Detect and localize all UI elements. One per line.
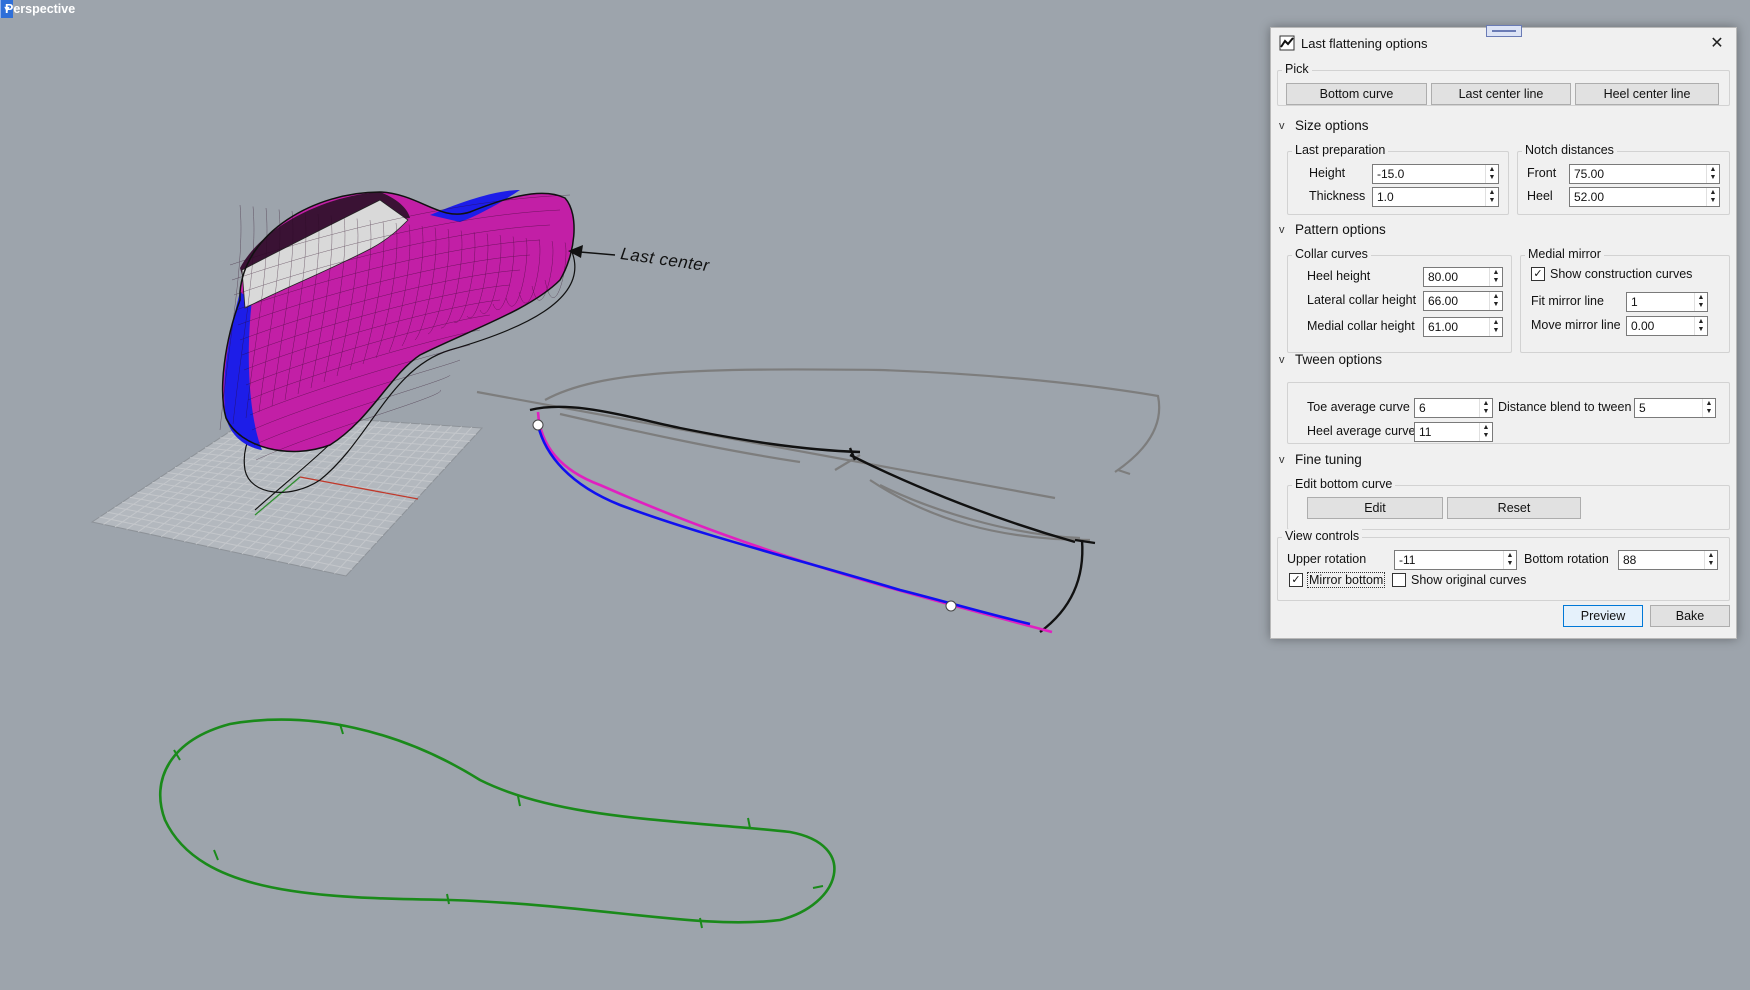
bake-button[interactable]: Bake	[1650, 605, 1730, 627]
blue-curve	[536, 424, 1031, 626]
upper-rotation-input[interactable]: -11 ▲ ▼	[1394, 550, 1517, 570]
dialog-titlebar[interactable]: Last flattening options ✕	[1271, 28, 1736, 58]
mirror-bottom-checkbox[interactable]: ✓ Mirror bottom	[1289, 572, 1386, 588]
last-flattening-dialog: Last flattening options ✕ Pick Bottom cu…	[1270, 25, 1737, 639]
spin-arrows-icon[interactable]: ▲ ▼	[1479, 399, 1492, 417]
height-input[interactable]: -15.0 ▲ ▼	[1372, 164, 1499, 184]
lateral-collar-height-label: Lateral collar height	[1307, 293, 1417, 307]
spin-arrows-icon[interactable]: ▲ ▼	[1702, 399, 1715, 417]
heel-height-label: Heel height	[1307, 269, 1371, 283]
spin-arrows-icon[interactable]: ▲ ▼	[1489, 292, 1502, 310]
spin-arrows-icon[interactable]: ▲ ▼	[1694, 317, 1707, 335]
viewport-tab[interactable]: Perspective ▼	[0, 0, 75, 18]
pick-label: Pick	[1282, 62, 1312, 76]
chevron-down-icon: v	[1279, 453, 1285, 466]
spin-arrows-icon[interactable]: ▲ ▼	[1485, 165, 1498, 183]
tween-options-header[interactable]: v Tween options	[1279, 352, 1382, 367]
checkmark-icon: ✓	[1289, 573, 1303, 587]
spin-arrows-icon[interactable]: ▲ ▼	[1503, 551, 1516, 569]
preview-button[interactable]: Preview	[1563, 605, 1643, 627]
show-original-curves-checkbox[interactable]: Show original curves	[1392, 573, 1526, 587]
chevron-down-icon: v	[1279, 353, 1285, 366]
medial-collar-height-label: Medial collar height	[1307, 319, 1415, 333]
spin-arrows-icon[interactable]: ▲ ▼	[1485, 188, 1498, 206]
last-center-line-button[interactable]: Last center line	[1431, 83, 1571, 105]
chevron-down-icon: v	[1279, 223, 1285, 236]
size-options-header[interactable]: v Size options	[1279, 118, 1369, 133]
move-mirror-line-label: Move mirror line	[1531, 318, 1621, 332]
height-label: Height	[1309, 166, 1346, 180]
spin-arrows-icon[interactable]: ▲ ▼	[1704, 551, 1717, 569]
toe-average-curve-input[interactable]: 6 ▲ ▼	[1414, 398, 1493, 418]
spin-arrows-icon[interactable]: ▲ ▼	[1706, 188, 1719, 206]
spin-arrows-icon[interactable]: ▲ ▼	[1479, 423, 1492, 441]
upper-rotation-label: Upper rotation	[1287, 552, 1367, 566]
lateral-collar-height-input[interactable]: 66.00 ▲ ▼	[1423, 291, 1503, 311]
bottom-curve-button[interactable]: Bottom curve	[1286, 83, 1427, 105]
checkbox-empty-icon	[1392, 573, 1406, 587]
green-outline	[158, 718, 836, 924]
rhino-app-icon	[1279, 35, 1295, 51]
flattened-outline	[529, 405, 1096, 633]
medial-collar-height-input[interactable]: 61.00 ▲ ▼	[1423, 317, 1503, 337]
thickness-input[interactable]: 1.0 ▲ ▼	[1372, 187, 1499, 207]
construction-curves	[476, 368, 1161, 542]
heel-average-curve-input[interactable]: 11 ▲ ▼	[1414, 422, 1493, 442]
heel-input[interactable]: 52.00 ▲ ▼	[1569, 187, 1720, 207]
front-input[interactable]: 75.00 ▲ ▼	[1569, 164, 1720, 184]
viewport-name: Perspective	[5, 2, 76, 16]
reset-button[interactable]: Reset	[1447, 497, 1581, 519]
heel-label: Heel	[1527, 189, 1553, 203]
close-icon[interactable]: ✕	[1706, 32, 1728, 54]
edit-button[interactable]: Edit	[1307, 497, 1443, 519]
heel-center-line-button[interactable]: Heel center line	[1575, 83, 1719, 105]
dialog-title: Last flattening options	[1301, 35, 1428, 51]
bottom-rotation-label: Bottom rotation	[1524, 552, 1609, 566]
distance-blend-input[interactable]: 5 ▲ ▼	[1634, 398, 1716, 418]
chevron-down-icon: v	[1279, 119, 1285, 132]
show-construction-curves-checkbox[interactable]: ✓ Show construction curves	[1531, 267, 1692, 281]
move-mirror-line-input[interactable]: 0.00 ▲ ▼	[1626, 316, 1708, 336]
heel-average-curve-label: Heel average curve	[1307, 424, 1416, 438]
fine-tuning-header[interactable]: v Fine tuning	[1279, 452, 1362, 467]
thickness-label: Thickness	[1309, 189, 1366, 203]
toe-average-curve-label: Toe average curve	[1307, 400, 1410, 414]
pattern-options-header[interactable]: v Pattern options	[1279, 222, 1386, 237]
bottom-rotation-input[interactable]: 88 ▲ ▼	[1618, 550, 1718, 570]
checkmark-icon: ✓	[1531, 267, 1545, 281]
magenta-curve	[536, 411, 1053, 634]
spin-arrows-icon[interactable]: ▲ ▼	[1706, 165, 1719, 183]
spin-arrows-icon[interactable]: ▲ ▼	[1489, 268, 1502, 286]
distance-blend-label: Distance blend to tween	[1498, 400, 1632, 414]
heel-height-input[interactable]: 80.00 ▲ ▼	[1423, 267, 1503, 287]
fit-mirror-line-label: Fit mirror line	[1531, 294, 1604, 308]
spin-arrows-icon[interactable]: ▲ ▼	[1489, 318, 1502, 336]
fit-mirror-line-input[interactable]: 1 ▲ ▼	[1626, 292, 1708, 312]
front-label: Front	[1527, 166, 1557, 180]
spin-arrows-icon[interactable]: ▲ ▼	[1694, 293, 1707, 311]
